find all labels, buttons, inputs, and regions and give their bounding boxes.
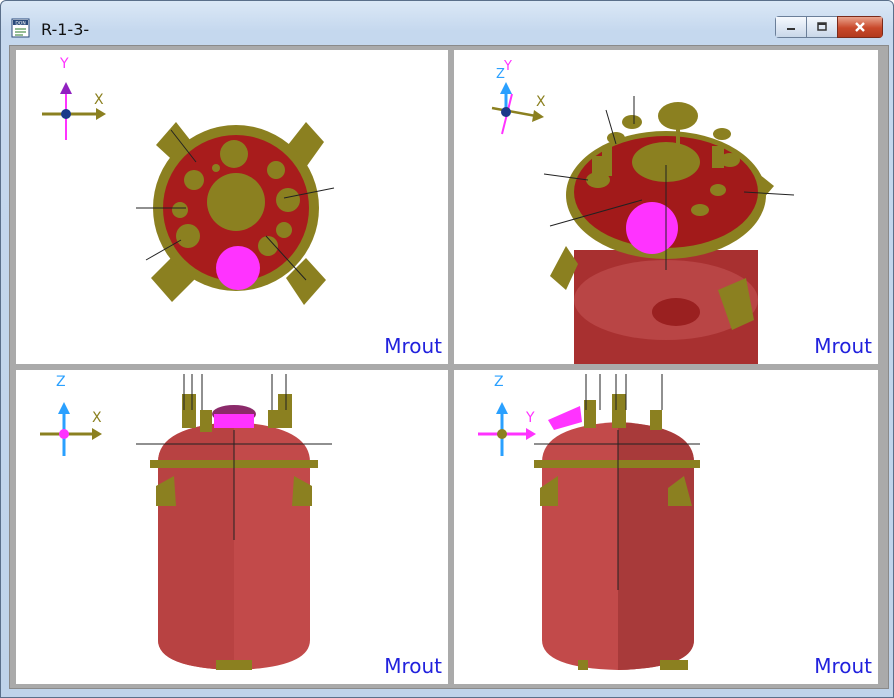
side-view-model: Z Y [478, 374, 700, 670]
viewport-top[interactable]: Y X Mrout [16, 50, 448, 364]
close-button[interactable] [837, 16, 883, 38]
axis-label-a: Y [525, 410, 535, 426]
app-window: DON R-1-3- Y X Mrout Z Y X Mrout Z X Mro… [0, 0, 894, 698]
vessel-front [136, 374, 332, 670]
axis-triad [42, 82, 106, 140]
title-bar[interactable]: DON R-1-3- [1, 1, 893, 45]
maximize-button[interactable] [806, 16, 838, 38]
maximize-icon [817, 22, 827, 31]
vessel-iso [543, 96, 795, 364]
viewport-label: Mrout [814, 334, 872, 358]
minimize-icon [787, 28, 795, 30]
window-title: R-1-3- [41, 20, 90, 39]
axis-label-b: Z [56, 374, 66, 390]
front-view-model: Z X [40, 374, 332, 670]
app-icon-text: DON [15, 20, 25, 26]
axis-label-b: Z [494, 374, 504, 390]
axis-label-a: X [94, 92, 104, 108]
caption-buttons [775, 16, 883, 38]
axis-label-b: Y [503, 59, 512, 74]
vessel-top [136, 122, 335, 305]
viewport-front[interactable]: Z X Mrout [16, 370, 448, 684]
close-icon [855, 22, 865, 32]
iso-view-model: Z Y X [491, 59, 795, 364]
top-view-model: Y X [42, 56, 335, 305]
axis-label-a: X [536, 94, 546, 110]
viewport-area: Y X Mrout Z Y X Mrout Z X Mrout Z Y Mrou… [9, 45, 889, 689]
viewport-side[interactable]: Z Y Mrout [454, 370, 878, 684]
vessel-side [534, 374, 700, 670]
axis-label-a: X [92, 410, 102, 426]
viewport-iso[interactable]: Z Y X Mrout [454, 50, 878, 364]
viewport-label: Mrout [814, 654, 872, 678]
axis-label-b: Y [59, 56, 69, 72]
viewport-label: Mrout [384, 334, 442, 358]
minimize-button[interactable] [775, 16, 807, 38]
viewport-label: Mrout [384, 654, 442, 678]
document-app-icon: DON [11, 18, 30, 38]
